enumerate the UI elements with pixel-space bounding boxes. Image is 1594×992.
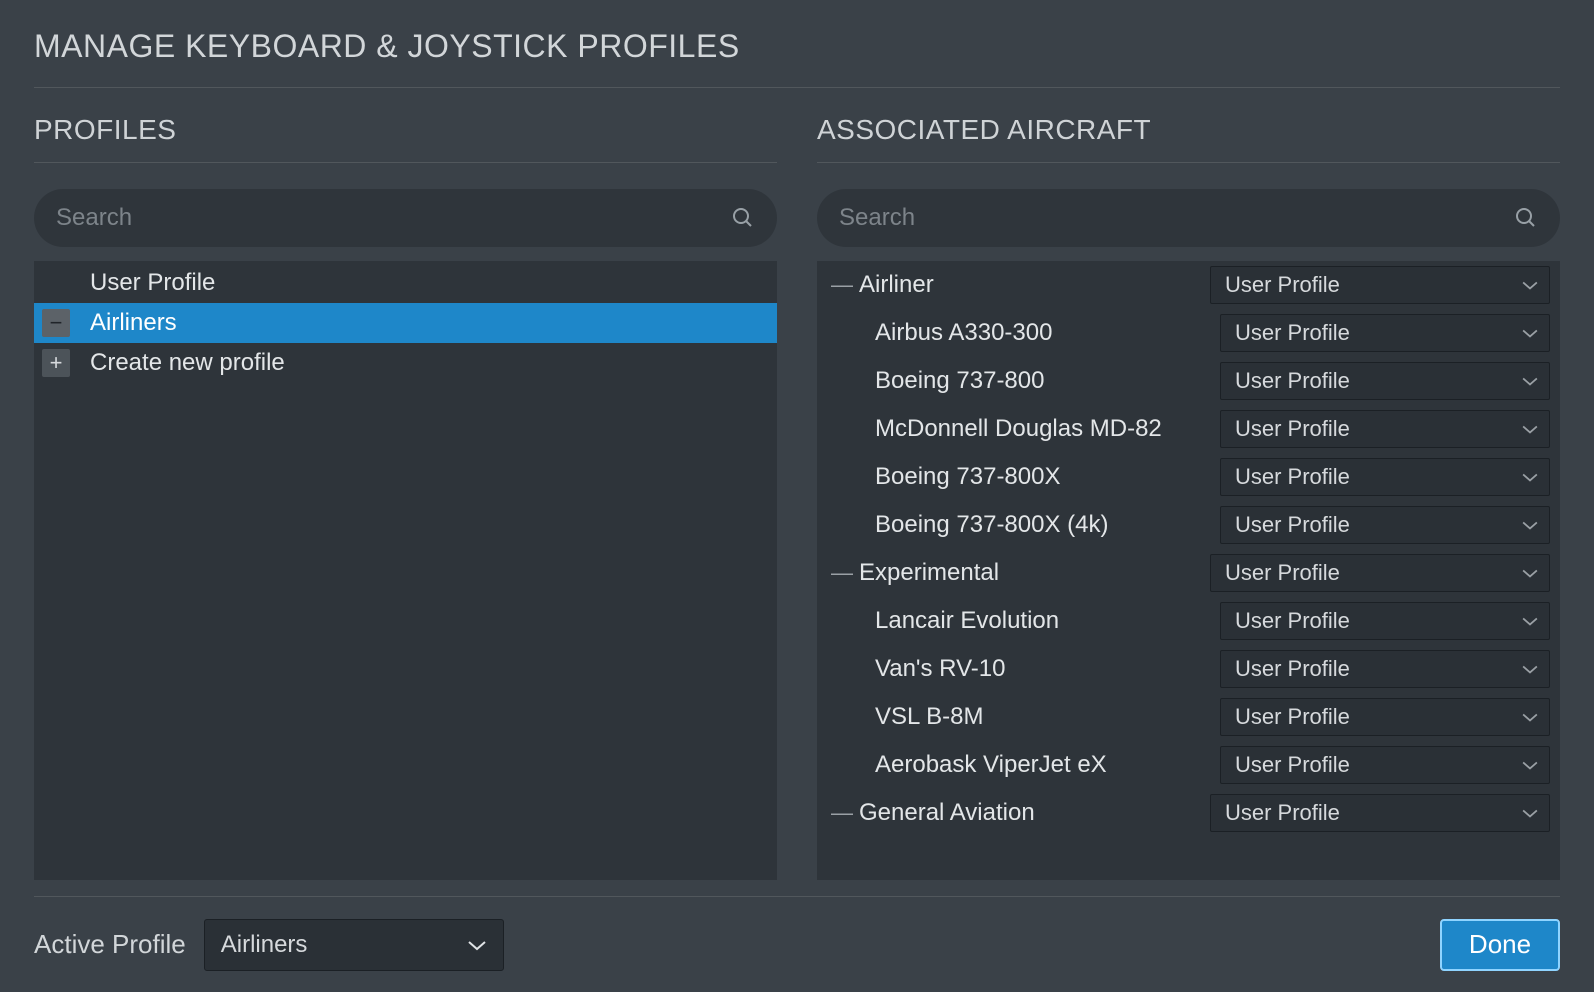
chevron-down-icon [1521,375,1539,387]
profile-row[interactable]: User Profile [34,263,777,303]
active-profile-section: Active Profile Airliners [34,919,504,971]
collapse-icon[interactable]: — [825,560,859,586]
remove-profile-button[interactable]: − [42,309,70,337]
aircraft-header: ASSOCIATED AIRCRAFT [817,114,1560,163]
aircraft-group-label: General Aviation [859,799,1210,827]
profiles-search-box[interactable] [34,189,777,247]
aircraft-profile-value: User Profile [1235,416,1521,442]
profiles-column: PROFILES User Profile−Airliners+Create n… [34,114,777,880]
footer: Active Profile Airliners Done [34,896,1560,992]
add-profile-button[interactable]: + [42,349,70,377]
profile-row[interactable]: −Airliners [34,303,777,343]
aircraft-profile-value: User Profile [1235,656,1521,682]
aircraft-item-label: McDonnell Douglas MD-82 [825,415,1220,443]
chevron-down-icon [1521,615,1539,627]
done-button[interactable]: Done [1440,919,1560,971]
aircraft-profile-dropdown[interactable]: User Profile [1220,746,1550,784]
aircraft-profile-value: User Profile [1235,320,1521,346]
done-button-label: Done [1469,929,1531,960]
aircraft-item-label: Boeing 737-800X (4k) [825,511,1220,539]
chevron-down-icon [467,938,487,952]
group-profile-dropdown[interactable]: User Profile [1210,554,1550,592]
aircraft-item-row[interactable]: Airbus A330-300 User Profile [817,309,1554,357]
aircraft-item-row[interactable]: Boeing 737-800 User Profile [817,357,1554,405]
group-profile-dropdown[interactable]: User Profile [1210,794,1550,832]
aircraft-profile-dropdown[interactable]: User Profile [1220,506,1550,544]
aircraft-item-label: Airbus A330-300 [825,319,1220,347]
window-title: MANAGE KEYBOARD & JOYSTICK PROFILES [34,28,1560,65]
active-profile-value: Airliners [221,931,467,959]
aircraft-item-label: Lancair Evolution [825,607,1220,635]
profile-label: Airliners [90,309,777,337]
aircraft-item-label: Boeing 737-800X [825,463,1220,491]
chevron-down-icon [1521,663,1539,675]
group-profile-dropdown[interactable]: User Profile [1210,266,1550,304]
search-icon [1514,206,1538,230]
collapse-icon[interactable]: — [825,272,859,298]
active-profile-dropdown[interactable]: Airliners [204,919,504,971]
aircraft-profile-value: User Profile [1235,704,1521,730]
aircraft-item-row[interactable]: Lancair Evolution User Profile [817,597,1554,645]
search-icon [731,206,755,230]
chevron-down-icon [1521,711,1539,723]
aircraft-group-row[interactable]: —General Aviation User Profile [817,789,1554,837]
chevron-down-icon [1521,519,1539,531]
chevron-down-icon [1521,567,1539,579]
aircraft-item-row[interactable]: Van's RV-10 User Profile [817,645,1554,693]
aircraft-profile-dropdown[interactable]: User Profile [1220,602,1550,640]
aircraft-profile-dropdown[interactable]: User Profile [1220,362,1550,400]
aircraft-profile-dropdown[interactable]: User Profile [1220,698,1550,736]
group-profile-value: User Profile [1225,560,1521,586]
aircraft-group-label: Airliner [859,271,1210,299]
chevron-down-icon [1521,471,1539,483]
aircraft-item-row[interactable]: Boeing 737-800X (4k) User Profile [817,501,1554,549]
group-profile-value: User Profile [1225,800,1521,826]
aircraft-profile-value: User Profile [1235,368,1521,394]
aircraft-item-label: Boeing 737-800 [825,367,1220,395]
chevron-down-icon [1521,423,1539,435]
aircraft-profile-value: User Profile [1235,608,1521,634]
aircraft-item-row[interactable]: Boeing 737-800X User Profile [817,453,1554,501]
group-profile-value: User Profile [1225,272,1521,298]
aircraft-group-row[interactable]: —Experimental User Profile [817,549,1554,597]
aircraft-group-label: Experimental [859,559,1210,587]
aircraft-item-label: Van's RV-10 [825,655,1220,683]
chevron-down-icon [1521,327,1539,339]
profiles-list: User Profile−Airliners+Create new profil… [34,261,777,880]
main-content: PROFILES User Profile−Airliners+Create n… [34,88,1560,890]
title-bar: MANAGE KEYBOARD & JOYSTICK PROFILES [34,0,1560,88]
aircraft-item-row[interactable]: VSL B-8M User Profile [817,693,1554,741]
aircraft-profile-value: User Profile [1235,512,1521,538]
aircraft-group-row[interactable]: —Airliner User Profile [817,261,1554,309]
chevron-down-icon [1521,279,1539,291]
aircraft-scroll[interactable]: —AirlinerUser ProfileAirbus A330-300User… [817,261,1560,880]
aircraft-search-input[interactable] [839,204,1514,232]
aircraft-item-row[interactable]: McDonnell Douglas MD-82 User Profile [817,405,1554,453]
active-profile-label: Active Profile [34,929,186,960]
aircraft-item-label: VSL B-8M [825,703,1220,731]
aircraft-search-box[interactable] [817,189,1560,247]
profiles-search-input[interactable] [56,204,731,232]
aircraft-profile-dropdown[interactable]: User Profile [1220,314,1550,352]
aircraft-profile-dropdown[interactable]: User Profile [1220,650,1550,688]
chevron-down-icon [1521,807,1539,819]
chevron-down-icon [1521,759,1539,771]
aircraft-list-area: —AirlinerUser ProfileAirbus A330-300User… [817,261,1560,880]
profiles-header: PROFILES [34,114,777,163]
profile-row[interactable]: + Create new profile [34,343,777,383]
aircraft-profile-value: User Profile [1235,464,1521,490]
profile-label: Create new profile [90,349,777,377]
aircraft-item-label: Aerobask ViperJet eX [825,751,1220,779]
aircraft-profile-dropdown[interactable]: User Profile [1220,410,1550,448]
aircraft-profile-value: User Profile [1235,752,1521,778]
profile-label: User Profile [90,269,777,297]
aircraft-item-row[interactable]: Aerobask ViperJet eX User Profile [817,741,1554,789]
aircraft-column: ASSOCIATED AIRCRAFT —AirlinerUser Profil… [817,114,1560,880]
aircraft-profile-dropdown[interactable]: User Profile [1220,458,1550,496]
collapse-icon[interactable]: — [825,800,859,826]
